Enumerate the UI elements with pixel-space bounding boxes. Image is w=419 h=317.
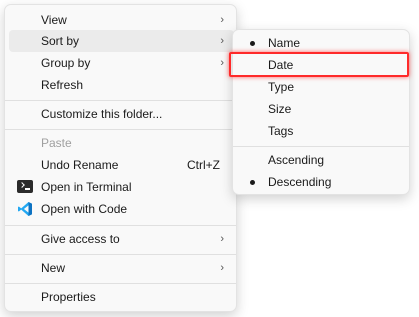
- menu-item-new[interactable]: New ›: [9, 257, 234, 279]
- menu-item-give-access[interactable]: Give access to ›: [9, 228, 234, 250]
- chevron-right-icon: ›: [220, 35, 224, 47]
- menu-separator: [5, 225, 236, 226]
- menu-item-label: Properties: [41, 290, 96, 304]
- chevron-right-icon: ›: [220, 14, 224, 26]
- sort-option-label: Type: [268, 80, 295, 94]
- menu-item-label: Group by: [41, 56, 91, 70]
- chevron-right-icon: ›: [220, 57, 224, 69]
- menu-separator: [5, 100, 236, 101]
- menu-item-label: Undo Rename: [41, 158, 119, 172]
- menu-item-label: Open with Code: [41, 202, 128, 216]
- sort-option-label: Date: [268, 58, 294, 72]
- terminal-icon: [17, 180, 33, 193]
- sort-option-label: Name: [268, 36, 301, 50]
- sort-option-label: Size: [268, 102, 292, 116]
- sort-option-descending[interactable]: Descending: [237, 171, 407, 193]
- menu-item-label: Give access to: [41, 232, 120, 246]
- shortcut-label: Ctrl+Z: [187, 158, 220, 172]
- menu-item-group-by[interactable]: Group by ›: [9, 52, 234, 74]
- menu-item-open-in-terminal[interactable]: Open in Terminal: [9, 176, 234, 198]
- sort-option-tags[interactable]: Tags: [237, 120, 407, 142]
- menu-item-label: New: [41, 261, 66, 275]
- menu-item-undo-rename[interactable]: Undo Rename Ctrl+Z: [9, 154, 234, 176]
- menu-item-open-with-code[interactable]: Open with Code: [9, 198, 234, 220]
- menu-item-label: Paste: [41, 136, 72, 150]
- context-menu: View › Sort by › Group by › Refresh Cust…: [4, 4, 237, 312]
- selected-bullet-icon: [250, 41, 255, 46]
- menu-item-label: Customize this folder...: [41, 107, 163, 121]
- sort-option-size[interactable]: Size: [237, 98, 407, 120]
- sort-option-date[interactable]: Date: [237, 54, 407, 76]
- chevron-right-icon: ›: [220, 262, 224, 274]
- menu-item-label: Sort by: [41, 34, 80, 48]
- sort-option-name[interactable]: Name: [237, 32, 407, 54]
- sort-option-label: Descending: [268, 175, 332, 189]
- menu-item-paste: Paste: [9, 132, 234, 154]
- menu-separator: [5, 254, 236, 255]
- vscode-icon: [18, 202, 32, 216]
- menu-item-label: Refresh: [41, 78, 84, 92]
- sort-option-label: Tags: [268, 124, 294, 138]
- menu-separator: [5, 129, 236, 130]
- menu-item-customize-folder[interactable]: Customize this folder...: [9, 103, 234, 125]
- menu-item-view[interactable]: View ›: [9, 9, 234, 31]
- menu-item-refresh[interactable]: Refresh: [9, 74, 234, 96]
- menu-separator: [5, 283, 236, 284]
- menu-separator: [233, 146, 409, 147]
- menu-item-properties[interactable]: Properties: [9, 286, 234, 308]
- chevron-right-icon: ›: [220, 233, 224, 245]
- sort-option-label: Ascending: [268, 153, 325, 167]
- sort-option-type[interactable]: Type: [237, 76, 407, 98]
- menu-item-label: Open in Terminal: [41, 180, 132, 194]
- sort-option-ascending[interactable]: Ascending: [237, 149, 407, 171]
- menu-item-sort-by[interactable]: Sort by ›: [9, 30, 234, 52]
- menu-item-label: View: [41, 13, 67, 27]
- selected-bullet-icon: [250, 180, 255, 185]
- sort-by-submenu: Name Date Type Size Tags Ascending Desce…: [232, 29, 410, 195]
